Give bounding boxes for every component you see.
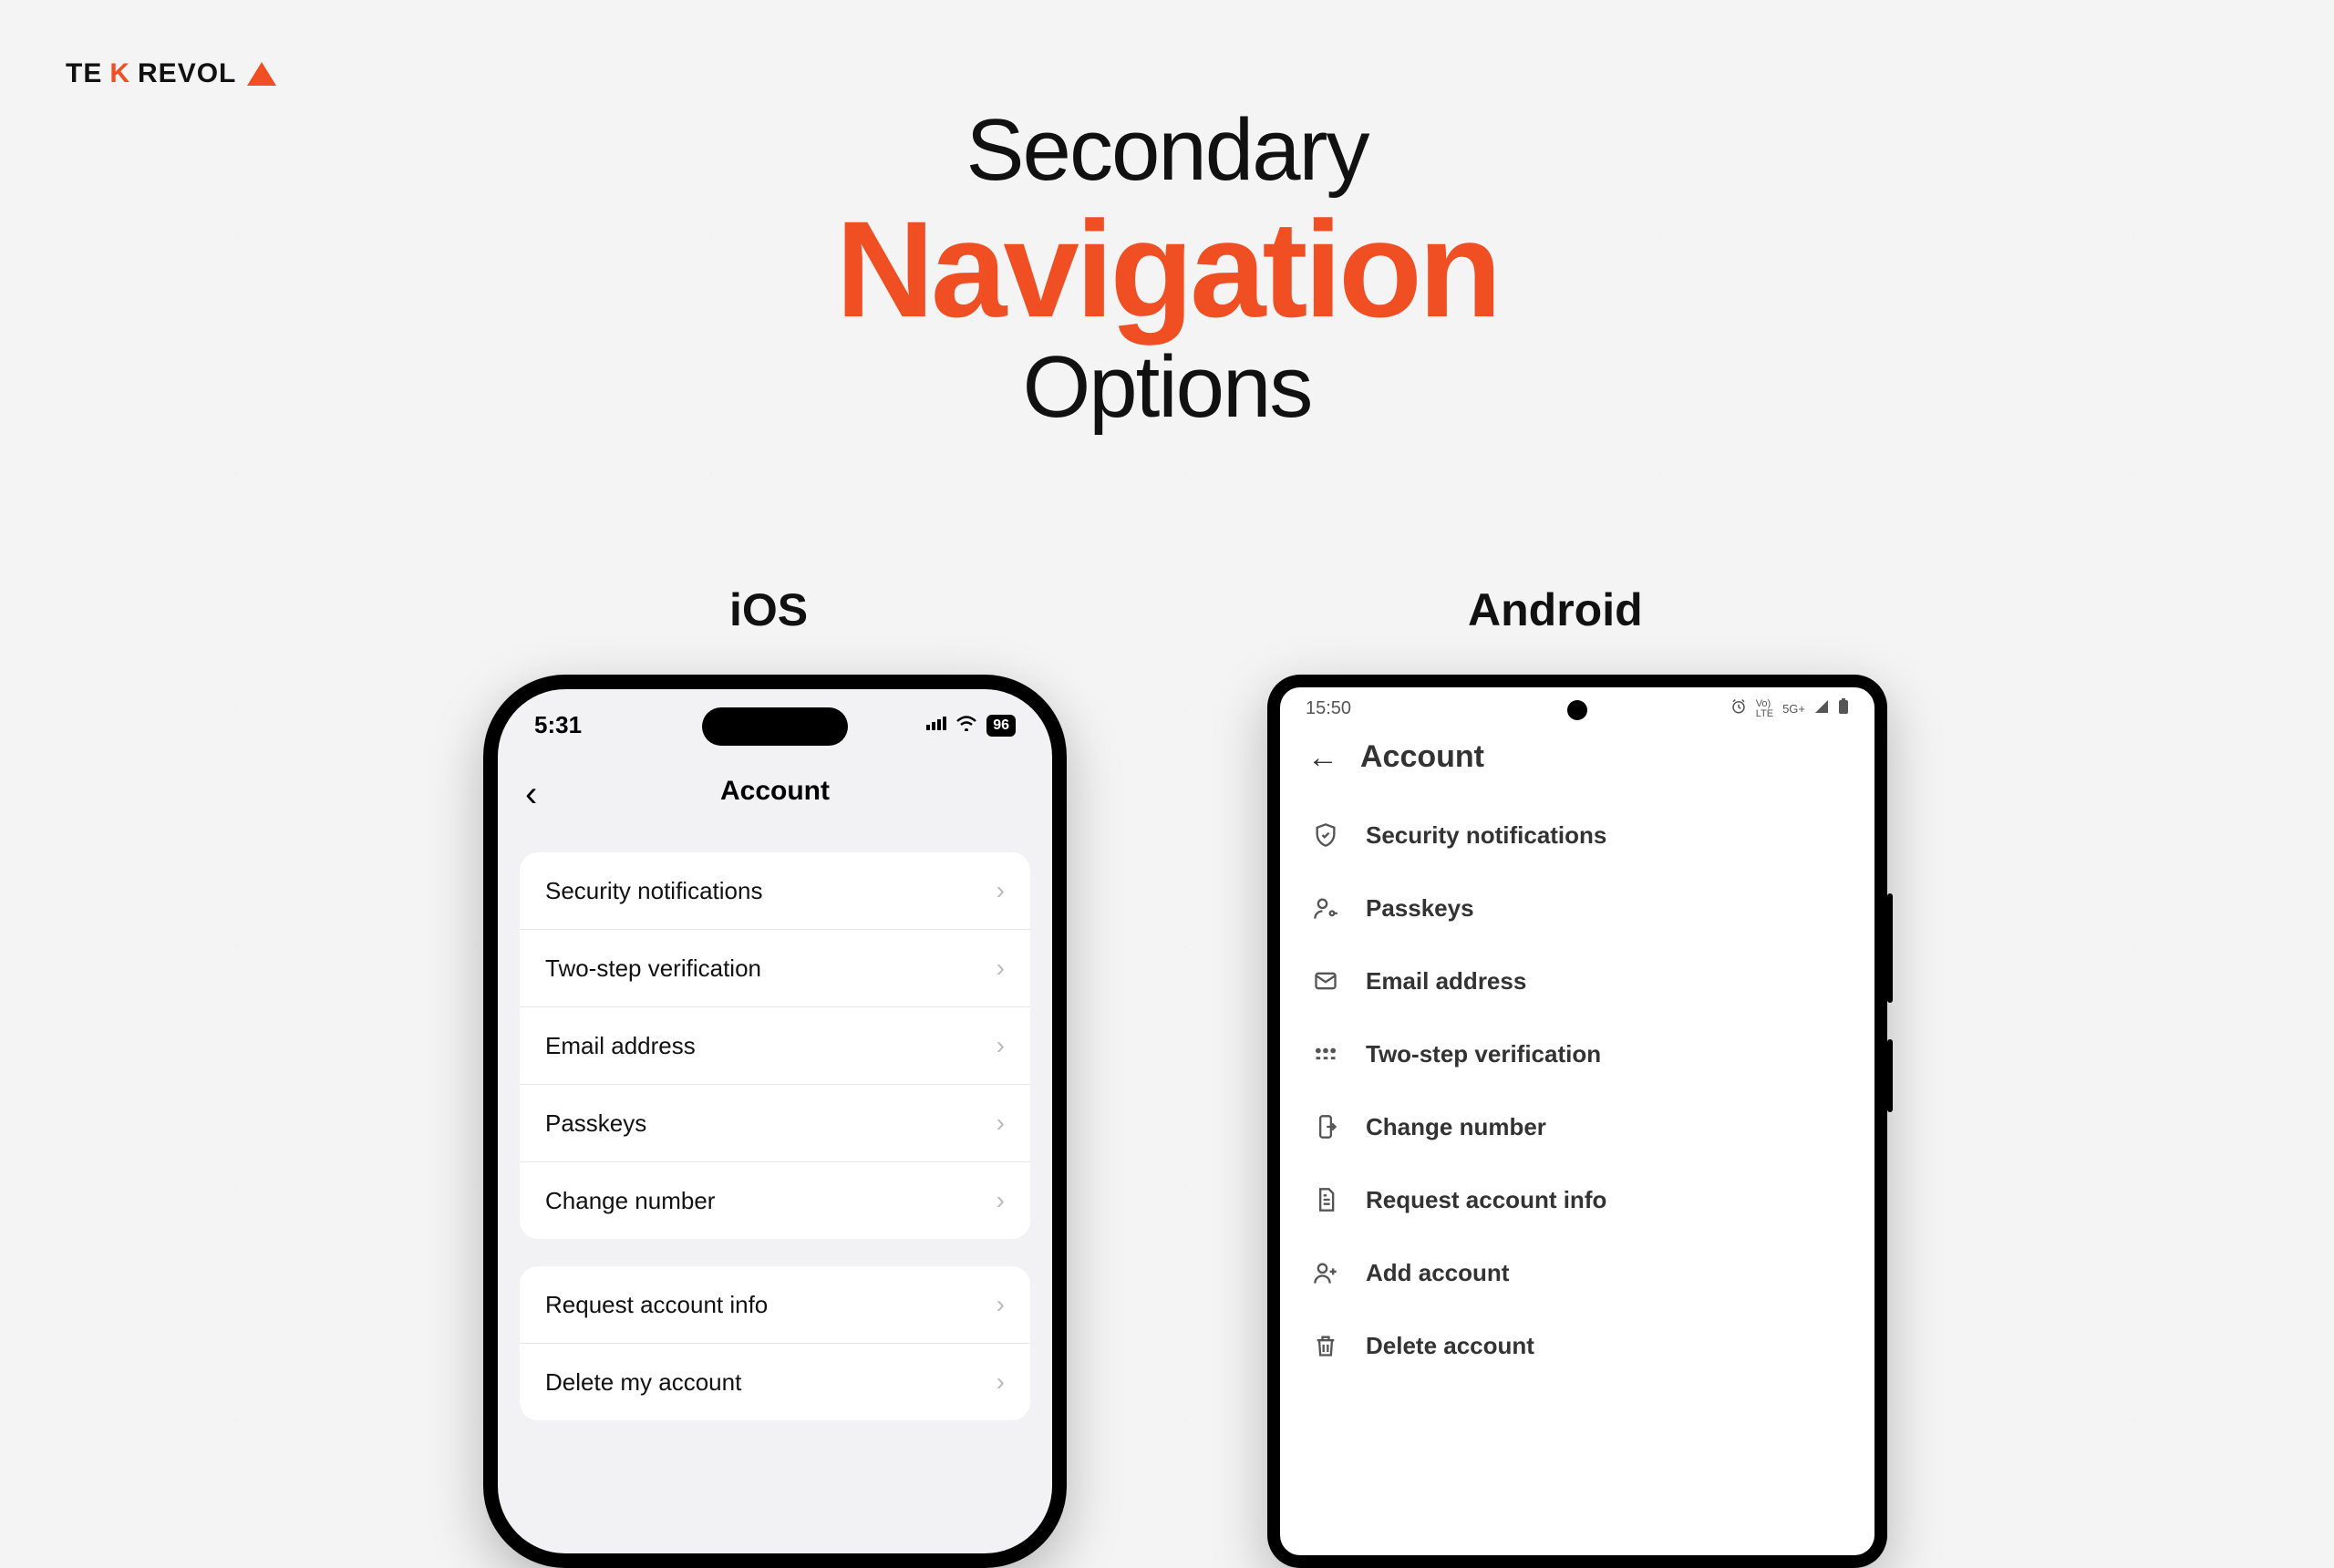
- android-row-request-account-info[interactable]: Request account info: [1280, 1163, 1874, 1236]
- ios-settings-group-1: Security notifications › Two-step verifi…: [520, 852, 1030, 1239]
- signal-icon: [1814, 699, 1829, 718]
- android-row-label: Delete account: [1366, 1332, 1534, 1360]
- android-row-add-account[interactable]: Add account: [1280, 1236, 1874, 1309]
- ios-settings-group-2: Request account info › Delete my account…: [520, 1266, 1030, 1420]
- ios-row-label: Change number: [545, 1187, 715, 1215]
- trash-icon: [1311, 1331, 1340, 1360]
- android-phone-frame: 15:50 Vo)LTE 5G+ ← Account: [1267, 675, 1887, 1568]
- android-row-label: Add account: [1366, 1259, 1509, 1287]
- chevron-right-icon: ›: [997, 1186, 1005, 1215]
- android-row-label: Email address: [1366, 967, 1526, 995]
- ios-screen: 5:31 96 ‹ Account Security notifications…: [498, 689, 1052, 1553]
- android-row-delete-account[interactable]: Delete account: [1280, 1309, 1874, 1382]
- ios-row-label: Two-step verification: [545, 954, 761, 983]
- android-row-change-number[interactable]: Change number: [1280, 1090, 1874, 1163]
- person-key-icon: [1311, 893, 1340, 923]
- ios-row-label: Delete my account: [545, 1368, 741, 1397]
- chevron-right-icon: ›: [997, 876, 1005, 905]
- ios-battery-level: 96: [986, 715, 1016, 737]
- ios-row-delete-my-account[interactable]: Delete my account ›: [520, 1343, 1030, 1420]
- ios-phone-frame: 5:31 96 ‹ Account Security notifications…: [483, 675, 1067, 1568]
- ios-row-security-notifications[interactable]: Security notifications ›: [520, 852, 1030, 929]
- brand-text-post: REVOL: [138, 58, 236, 89]
- chevron-right-icon: ›: [997, 954, 1005, 983]
- chevron-right-icon: ›: [997, 1109, 1005, 1138]
- network-type-label: 5G+: [1782, 702, 1805, 716]
- ios-status-time: 5:31: [534, 711, 582, 739]
- title-line-3: Options: [836, 337, 1499, 438]
- android-row-label: Two-step verification: [1366, 1040, 1601, 1068]
- ios-row-passkeys[interactable]: Passkeys ›: [520, 1084, 1030, 1161]
- brand-text-mark: K: [109, 58, 130, 89]
- android-row-passkeys[interactable]: Passkeys: [1280, 872, 1874, 944]
- cellular-signal-icon: [926, 715, 946, 736]
- android-row-email-address[interactable]: Email address: [1280, 944, 1874, 1017]
- ios-nav-header: ‹ Account: [498, 776, 1052, 834]
- android-row-label: Request account info: [1366, 1186, 1606, 1214]
- chevron-right-icon: ›: [997, 1031, 1005, 1060]
- title-line-2: Navigation: [836, 201, 1499, 337]
- chevron-right-icon: ›: [997, 1367, 1005, 1397]
- ios-row-label: Passkeys: [545, 1109, 646, 1138]
- phone-move-icon: [1311, 1112, 1340, 1141]
- android-camera-punchhole: [1567, 700, 1587, 720]
- android-row-security-notifications[interactable]: Security notifications: [1280, 799, 1874, 872]
- chevron-right-icon: ›: [997, 1290, 1005, 1319]
- ios-row-request-account-info[interactable]: Request account info ›: [520, 1266, 1030, 1343]
- page-title: Secondary Navigation Options: [836, 100, 1499, 438]
- logo-triangle-icon: [247, 62, 276, 86]
- android-row-label: Change number: [1366, 1113, 1546, 1141]
- android-screen-title: Account: [1360, 739, 1484, 775]
- column-label-ios: iOS: [729, 583, 808, 636]
- ios-row-two-step-verification[interactable]: Two-step verification ›: [520, 929, 1030, 1006]
- column-label-android: Android: [1468, 583, 1643, 636]
- dynamic-island: [702, 707, 848, 746]
- ios-screen-title: Account: [720, 776, 830, 806]
- android-screen: 15:50 Vo)LTE 5G+ ← Account: [1280, 687, 1874, 1555]
- battery-icon: [1838, 698, 1849, 719]
- ios-row-change-number[interactable]: Change number ›: [520, 1161, 1030, 1239]
- ios-row-label: Request account info: [545, 1291, 768, 1319]
- android-row-label: Security notifications: [1366, 821, 1606, 850]
- mail-icon: [1311, 966, 1340, 995]
- ios-row-label: Security notifications: [545, 877, 762, 905]
- back-arrow-icon[interactable]: ←: [1307, 742, 1338, 773]
- shield-icon: [1311, 820, 1340, 850]
- ios-row-email-address[interactable]: Email address ›: [520, 1006, 1030, 1084]
- title-line-1: Secondary: [836, 100, 1499, 201]
- android-row-two-step-verification[interactable]: Two-step verification: [1280, 1017, 1874, 1090]
- android-nav-header: ← Account: [1280, 719, 1874, 791]
- brand-text-pre: TE: [66, 58, 102, 89]
- android-status-time: 15:50: [1306, 698, 1351, 719]
- pin-icon: [1311, 1039, 1340, 1068]
- ios-row-label: Email address: [545, 1032, 696, 1060]
- volte-icon: Vo)LTE: [1756, 699, 1773, 719]
- android-settings-list: Security notifications Passkeys Email ad…: [1280, 791, 1874, 1389]
- android-row-label: Passkeys: [1366, 894, 1474, 923]
- back-chevron-icon[interactable]: ‹: [525, 776, 537, 812]
- wifi-icon: [955, 715, 977, 737]
- document-icon: [1311, 1185, 1340, 1214]
- person-add-icon: [1311, 1258, 1340, 1287]
- brand-logo: TEK REVOL: [66, 58, 276, 89]
- alarm-icon: [1730, 698, 1747, 719]
